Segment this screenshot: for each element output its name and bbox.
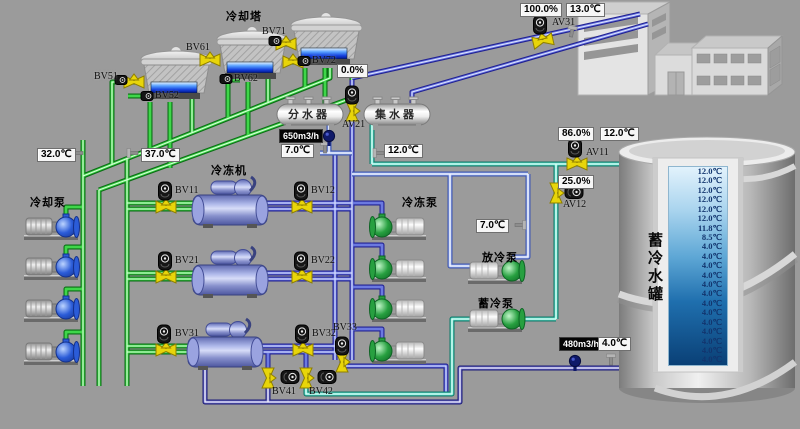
valve-label-bv61: BV61 xyxy=(186,42,210,53)
load-supply-temp-value: 13.0℃ xyxy=(566,3,605,17)
collector-temp-value: 12.0℃ xyxy=(384,144,423,158)
valve-label-bv11: BV11 xyxy=(175,185,199,196)
distributor-flow-value: 650m3/h xyxy=(279,129,323,143)
valve-label-bv51: BV51 xyxy=(94,71,118,82)
valve-label-bv71: BV71 xyxy=(262,26,286,37)
collector-label: 集水器 xyxy=(375,106,417,122)
actuator-bv41[interactable] xyxy=(281,371,299,384)
actuator-bv72[interactable] xyxy=(298,57,310,66)
plant-building-low xyxy=(692,36,782,95)
valve-label-bv12: BV12 xyxy=(311,185,335,196)
actuator-bv22[interactable] xyxy=(295,252,308,270)
cooling-supply-temp-value: 37.0℃ xyxy=(141,148,180,162)
chilled-pump-1[interactable] xyxy=(370,214,427,240)
chiller-title: 冷冻机 xyxy=(211,162,247,178)
actuator-av31[interactable] xyxy=(534,16,547,34)
valve-label-av31: AV31 xyxy=(552,17,575,28)
actuator-av21[interactable] xyxy=(346,86,359,104)
valve-label-bv21: BV21 xyxy=(175,255,199,266)
tank-temperature-strip: 12.0℃12.0℃12.0℃12.0℃12.0℃12.0℃11.8℃8.5℃4… xyxy=(668,166,728,366)
actuator-bv32[interactable] xyxy=(296,325,309,343)
actuator-bv42[interactable] xyxy=(318,371,336,384)
distributor-label: 分水器 xyxy=(288,106,330,122)
actuator-bv21[interactable] xyxy=(159,252,172,270)
actuator-bv11[interactable] xyxy=(159,182,172,200)
actuator-bv52[interactable] xyxy=(141,92,153,101)
valve-label-bv52: BV52 xyxy=(155,90,179,101)
distributor-temp-value: 7.0℃ xyxy=(281,144,314,158)
av21-opening-value: 0.0% xyxy=(337,64,368,78)
av31-opening-value: 100.0% xyxy=(520,3,562,17)
valve-label-bv41: BV41 xyxy=(272,386,296,397)
actuator-av11[interactable] xyxy=(569,139,582,157)
chilled-pumps-title: 冷冻泵 xyxy=(402,194,438,210)
actuator-bv31[interactable] xyxy=(158,325,171,343)
valve-label-av21: AV21 xyxy=(342,119,365,130)
valve-label-bv31: BV31 xyxy=(175,328,199,339)
valve-label-bv72: BV72 xyxy=(312,55,336,66)
tank-outlet-temp-value: 4.0℃ xyxy=(598,337,631,351)
charge-pump-title: 蓄冷泵 xyxy=(478,295,514,311)
charge-pump[interactable] xyxy=(468,309,525,333)
tank-label: 蓄冷水罐 xyxy=(644,232,665,304)
valve-label-bv22: BV22 xyxy=(311,255,335,266)
valve-label-bv33: BV33 xyxy=(333,322,357,333)
actuator-bv71[interactable] xyxy=(269,37,281,46)
av11-opening-value: 86.0% xyxy=(558,127,594,141)
chilled-pump-4[interactable] xyxy=(370,338,427,364)
chilled-pump-3[interactable] xyxy=(370,296,427,322)
discharge-pump-title: 放冷泵 xyxy=(482,249,518,265)
actuator-bv12[interactable] xyxy=(295,182,308,200)
tank-temp-row: 4.0℃ xyxy=(669,355,727,364)
av12-opening-value: 25.0% xyxy=(558,175,594,189)
cooling-return-temp-value: 32.0℃ xyxy=(37,148,76,162)
valve-label-bv42: BV42 xyxy=(309,386,333,397)
chilled-pump-2[interactable] xyxy=(370,256,427,282)
cooling-pumps-title: 冷却泵 xyxy=(30,194,66,210)
tank-inlet-temp-value: 12.0℃ xyxy=(600,127,639,141)
actuator-bv62[interactable] xyxy=(220,75,232,84)
valve-label-av12: AV12 xyxy=(563,199,586,210)
actuator-bv33[interactable] xyxy=(336,337,349,355)
discharge-supply-temp-value: 7.0℃ xyxy=(476,219,509,233)
hmi-screen: 冷却塔 冷冻机 冷却泵 冷冻泵 放冷泵 蓄冷泵 分水器 集水器 BV51 BV5… xyxy=(0,0,800,429)
valve-label-av11: AV11 xyxy=(586,147,609,158)
tank-outlet-flow-value: 480m3/h xyxy=(559,337,603,351)
valve-label-bv62: BV62 xyxy=(234,73,258,84)
cooling-tower-title: 冷却塔 xyxy=(226,8,262,24)
